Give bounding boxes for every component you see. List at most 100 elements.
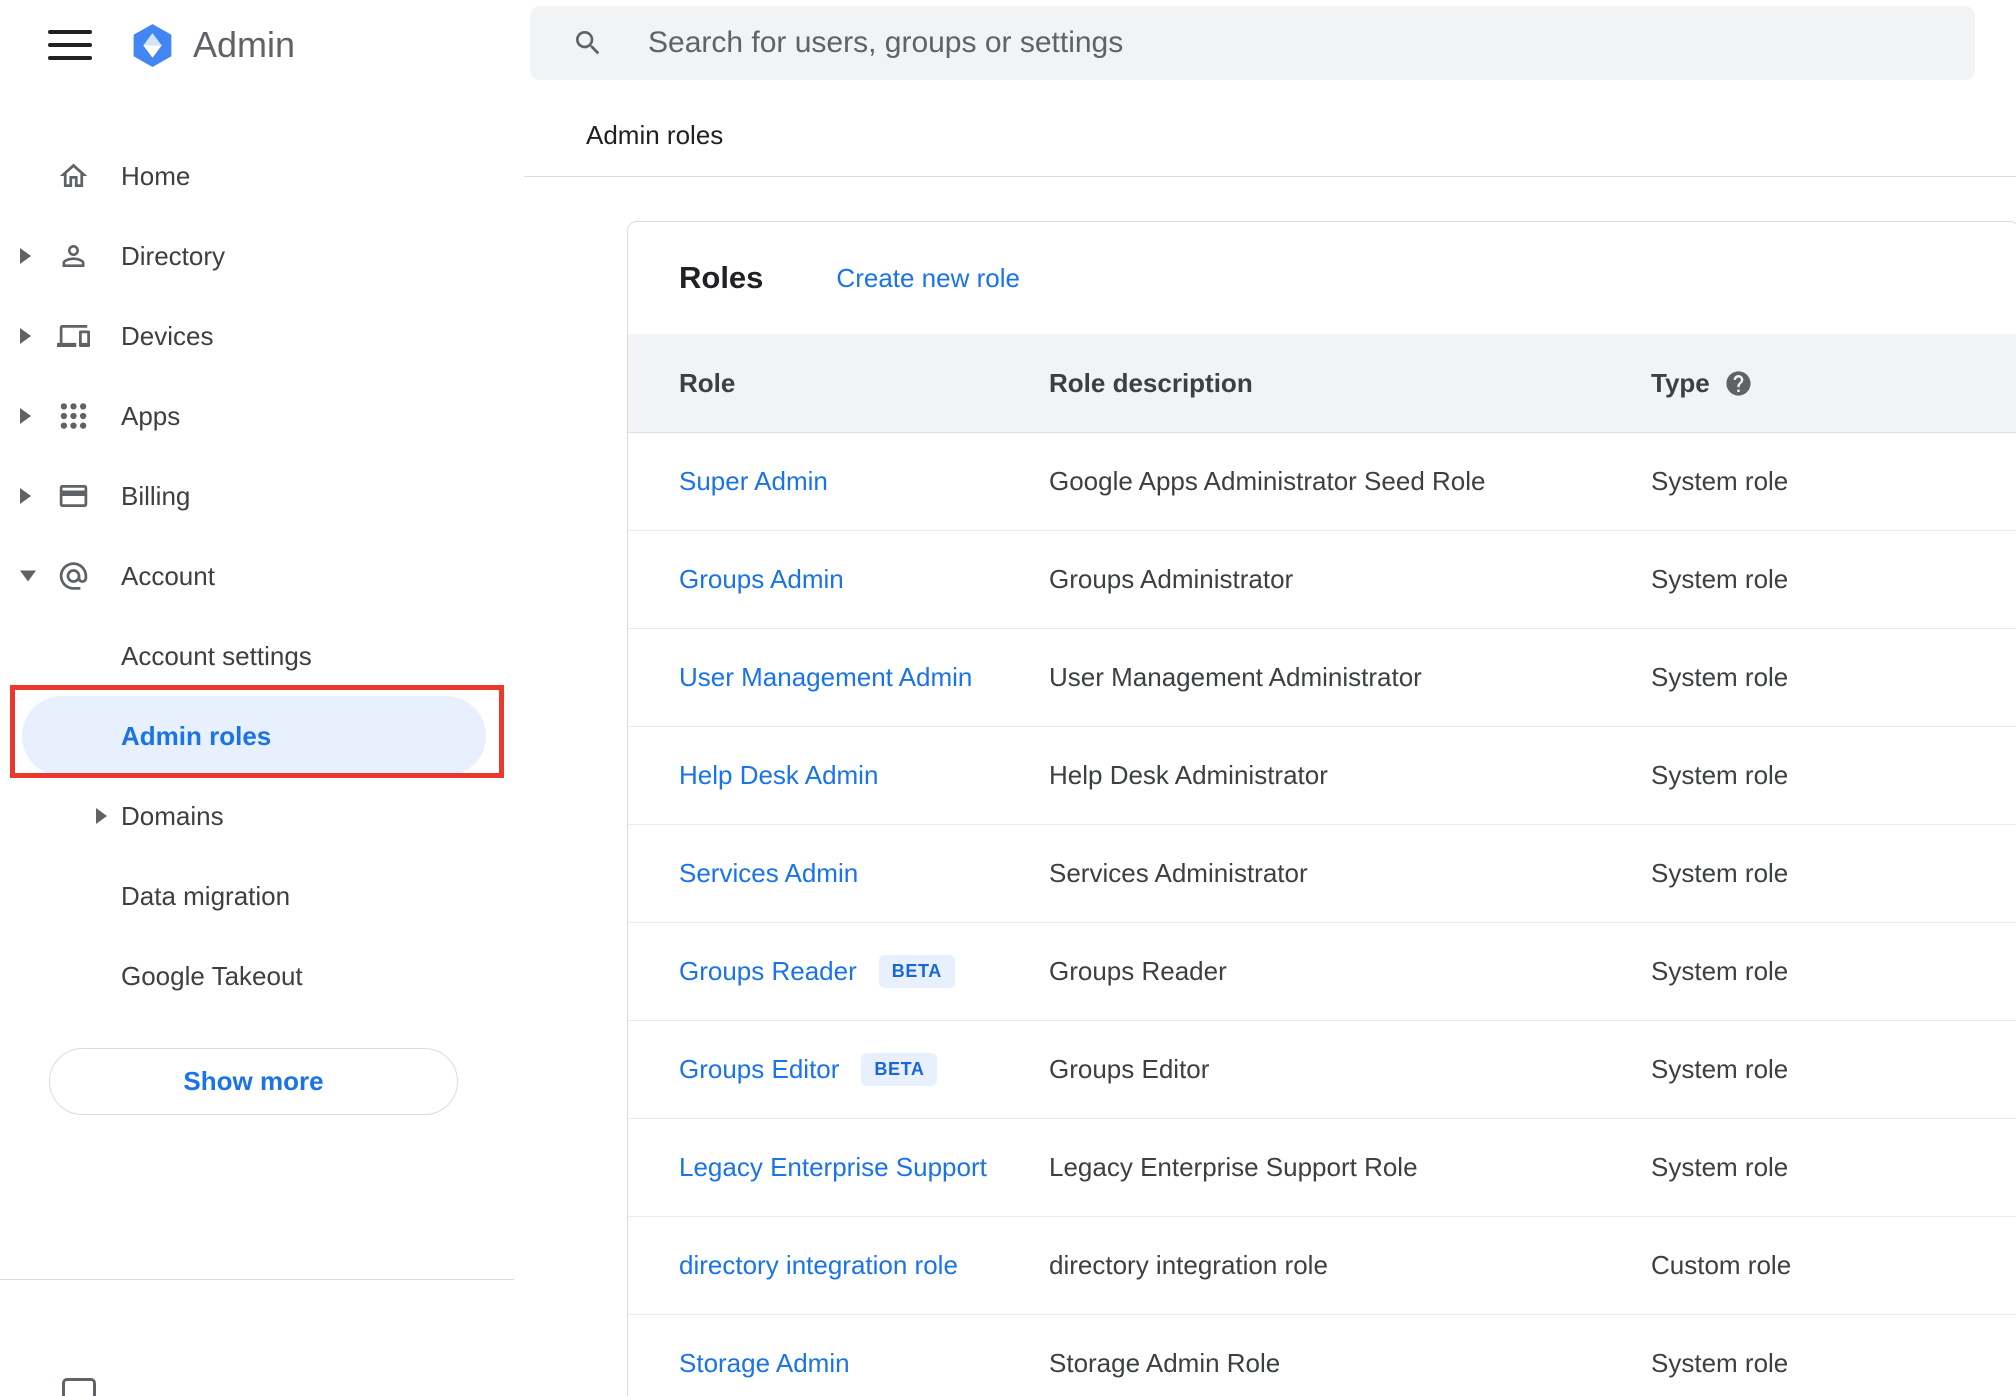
sidebar-item-account-settings[interactable]: Account settings [0,616,514,696]
column-header-type: Type [1651,367,1710,398]
sidebar-item-billing[interactable]: Billing [0,456,514,536]
table-row: Services Admin Services Administrator Sy… [628,825,2016,923]
role-link[interactable]: Groups Editor [679,1054,839,1085]
role-description: Services Administrator [1049,858,1308,888]
sidebar-item-data-migration[interactable]: Data migration [0,856,514,936]
table-row: User Management Admin User Management Ad… [628,629,2016,727]
role-link[interactable]: Services Admin [679,858,858,889]
role-description: directory integration role [1049,1250,1328,1280]
app-title: Admin [193,24,296,65]
apps-grid-icon [57,400,90,433]
help-icon[interactable] [1724,369,1753,398]
roles-card-header: Roles Create new role [628,222,2016,334]
sidebar-item-label: Home [121,160,191,191]
role-description: Groups Administrator [1049,564,1294,594]
search-bar[interactable] [530,6,1975,80]
role-type: System role [1651,1348,1789,1378]
create-new-role-link[interactable]: Create new role [836,263,1020,294]
sidebar-item-label: Devices [121,320,214,351]
table-row: Groups Admin Groups Administrator System… [628,531,2016,629]
sidebar-item-devices[interactable]: Devices [0,296,514,376]
sidebar-item-domains[interactable]: Domains [0,776,514,856]
devices-icon [57,320,90,353]
show-more-button[interactable]: Show more [49,1048,458,1115]
sidebar-item-label: Account [121,560,215,591]
role-type: System role [1651,466,1789,496]
roles-card: Roles Create new role Role Role descript… [627,221,2016,1396]
role-link[interactable]: Groups Admin [679,564,844,595]
role-link[interactable]: Help Desk Admin [679,760,878,791]
role-type: System role [1651,858,1789,888]
table-row: directory integration role directory int… [628,1217,2016,1315]
role-type: System role [1651,760,1789,790]
role-type: System role [1651,956,1789,986]
partial-bottom-icon [62,1378,96,1396]
sidebar-item-label: Billing [121,480,191,511]
sidebar-item-home[interactable]: Home [0,136,514,216]
search-icon[interactable] [572,27,604,59]
table-row: Groups Editor BETA Groups Editor System … [628,1021,2016,1119]
sidebar-item-label: Apps [121,400,181,431]
chevron-right-icon[interactable] [20,328,31,344]
role-type: System role [1651,662,1789,692]
role-link[interactable]: directory integration role [679,1250,958,1281]
at-sign-icon [57,560,90,593]
role-link[interactable]: User Management Admin [679,662,972,693]
content-divider [524,176,2016,177]
sidebar-item-google-takeout[interactable]: Google Takeout [0,936,514,1016]
sidebar-item-account[interactable]: Account [0,536,514,616]
sidebar-header: Admin [0,0,514,90]
roles-table: Super Admin Google Apps Administrator Se… [628,433,2016,1396]
column-header-description: Role description [1049,367,1253,398]
role-type: System role [1651,564,1789,594]
chevron-right-icon[interactable] [20,488,31,504]
beta-badge: BETA [861,1053,938,1086]
beta-badge: BETA [878,955,955,988]
sidebar-nav: Home Directory Devices Apps Billing Acco… [0,136,514,1016]
sidebar: Admin Home Directory Devices Apps Billin… [0,0,514,1396]
sidebar-item-label: Google Takeout [121,960,303,991]
chevron-down-icon[interactable] [20,570,36,582]
role-description: Legacy Enterprise Support Role [1049,1152,1418,1182]
role-link[interactable]: Super Admin [679,466,828,497]
table-row: Groups Reader BETA Groups Reader System … [628,923,2016,1021]
role-description: Groups Editor [1049,1054,1210,1084]
role-link[interactable]: Legacy Enterprise Support [679,1152,987,1183]
table-row: Help Desk Admin Help Desk Administrator … [628,727,2016,825]
sidebar-item-apps[interactable]: Apps [0,376,514,456]
role-description: Help Desk Administrator [1049,760,1328,790]
role-link[interactable]: Storage Admin [679,1348,850,1379]
sidebar-item-label: Admin roles [121,720,272,751]
sidebar-item-directory[interactable]: Directory [0,216,514,296]
search-input[interactable] [648,26,1975,60]
sidebar-item-label: Domains [121,800,224,831]
role-description: Groups Reader [1049,956,1227,986]
breadcrumb: Admin roles [586,120,724,150]
chevron-right-icon[interactable] [96,808,107,824]
role-link[interactable]: Groups Reader [679,956,857,987]
role-description: Storage Admin Role [1049,1348,1281,1378]
sidebar-item-label: Data migration [121,880,291,911]
role-description: Google Apps Administrator Seed Role [1049,466,1486,496]
table-header: Role Role description Type [628,334,2016,433]
billing-card-icon [57,480,90,513]
chevron-right-icon[interactable] [20,408,31,424]
sidebar-item-admin-roles[interactable]: Admin roles [0,696,514,776]
sidebar-item-label: Account settings [121,640,312,671]
menu-icon[interactable] [48,30,92,60]
sidebar-item-label: Directory [121,240,226,271]
role-description: User Management Administrator [1049,662,1422,692]
role-type: System role [1651,1152,1789,1182]
person-icon [57,240,90,273]
role-type: System role [1651,1054,1789,1084]
chevron-right-icon[interactable] [20,248,31,264]
column-header-role: Role [679,367,736,398]
table-row: Legacy Enterprise Support Legacy Enterpr… [628,1119,2016,1217]
table-row: Storage Admin Storage Admin Role System … [628,1315,2016,1396]
role-type: Custom role [1651,1250,1792,1280]
home-icon [57,160,90,193]
sidebar-bottom-divider [0,1279,514,1280]
card-title: Roles [679,260,764,295]
table-row: Super Admin Google Apps Administrator Se… [628,433,2016,531]
admin-logo-icon [133,23,172,67]
